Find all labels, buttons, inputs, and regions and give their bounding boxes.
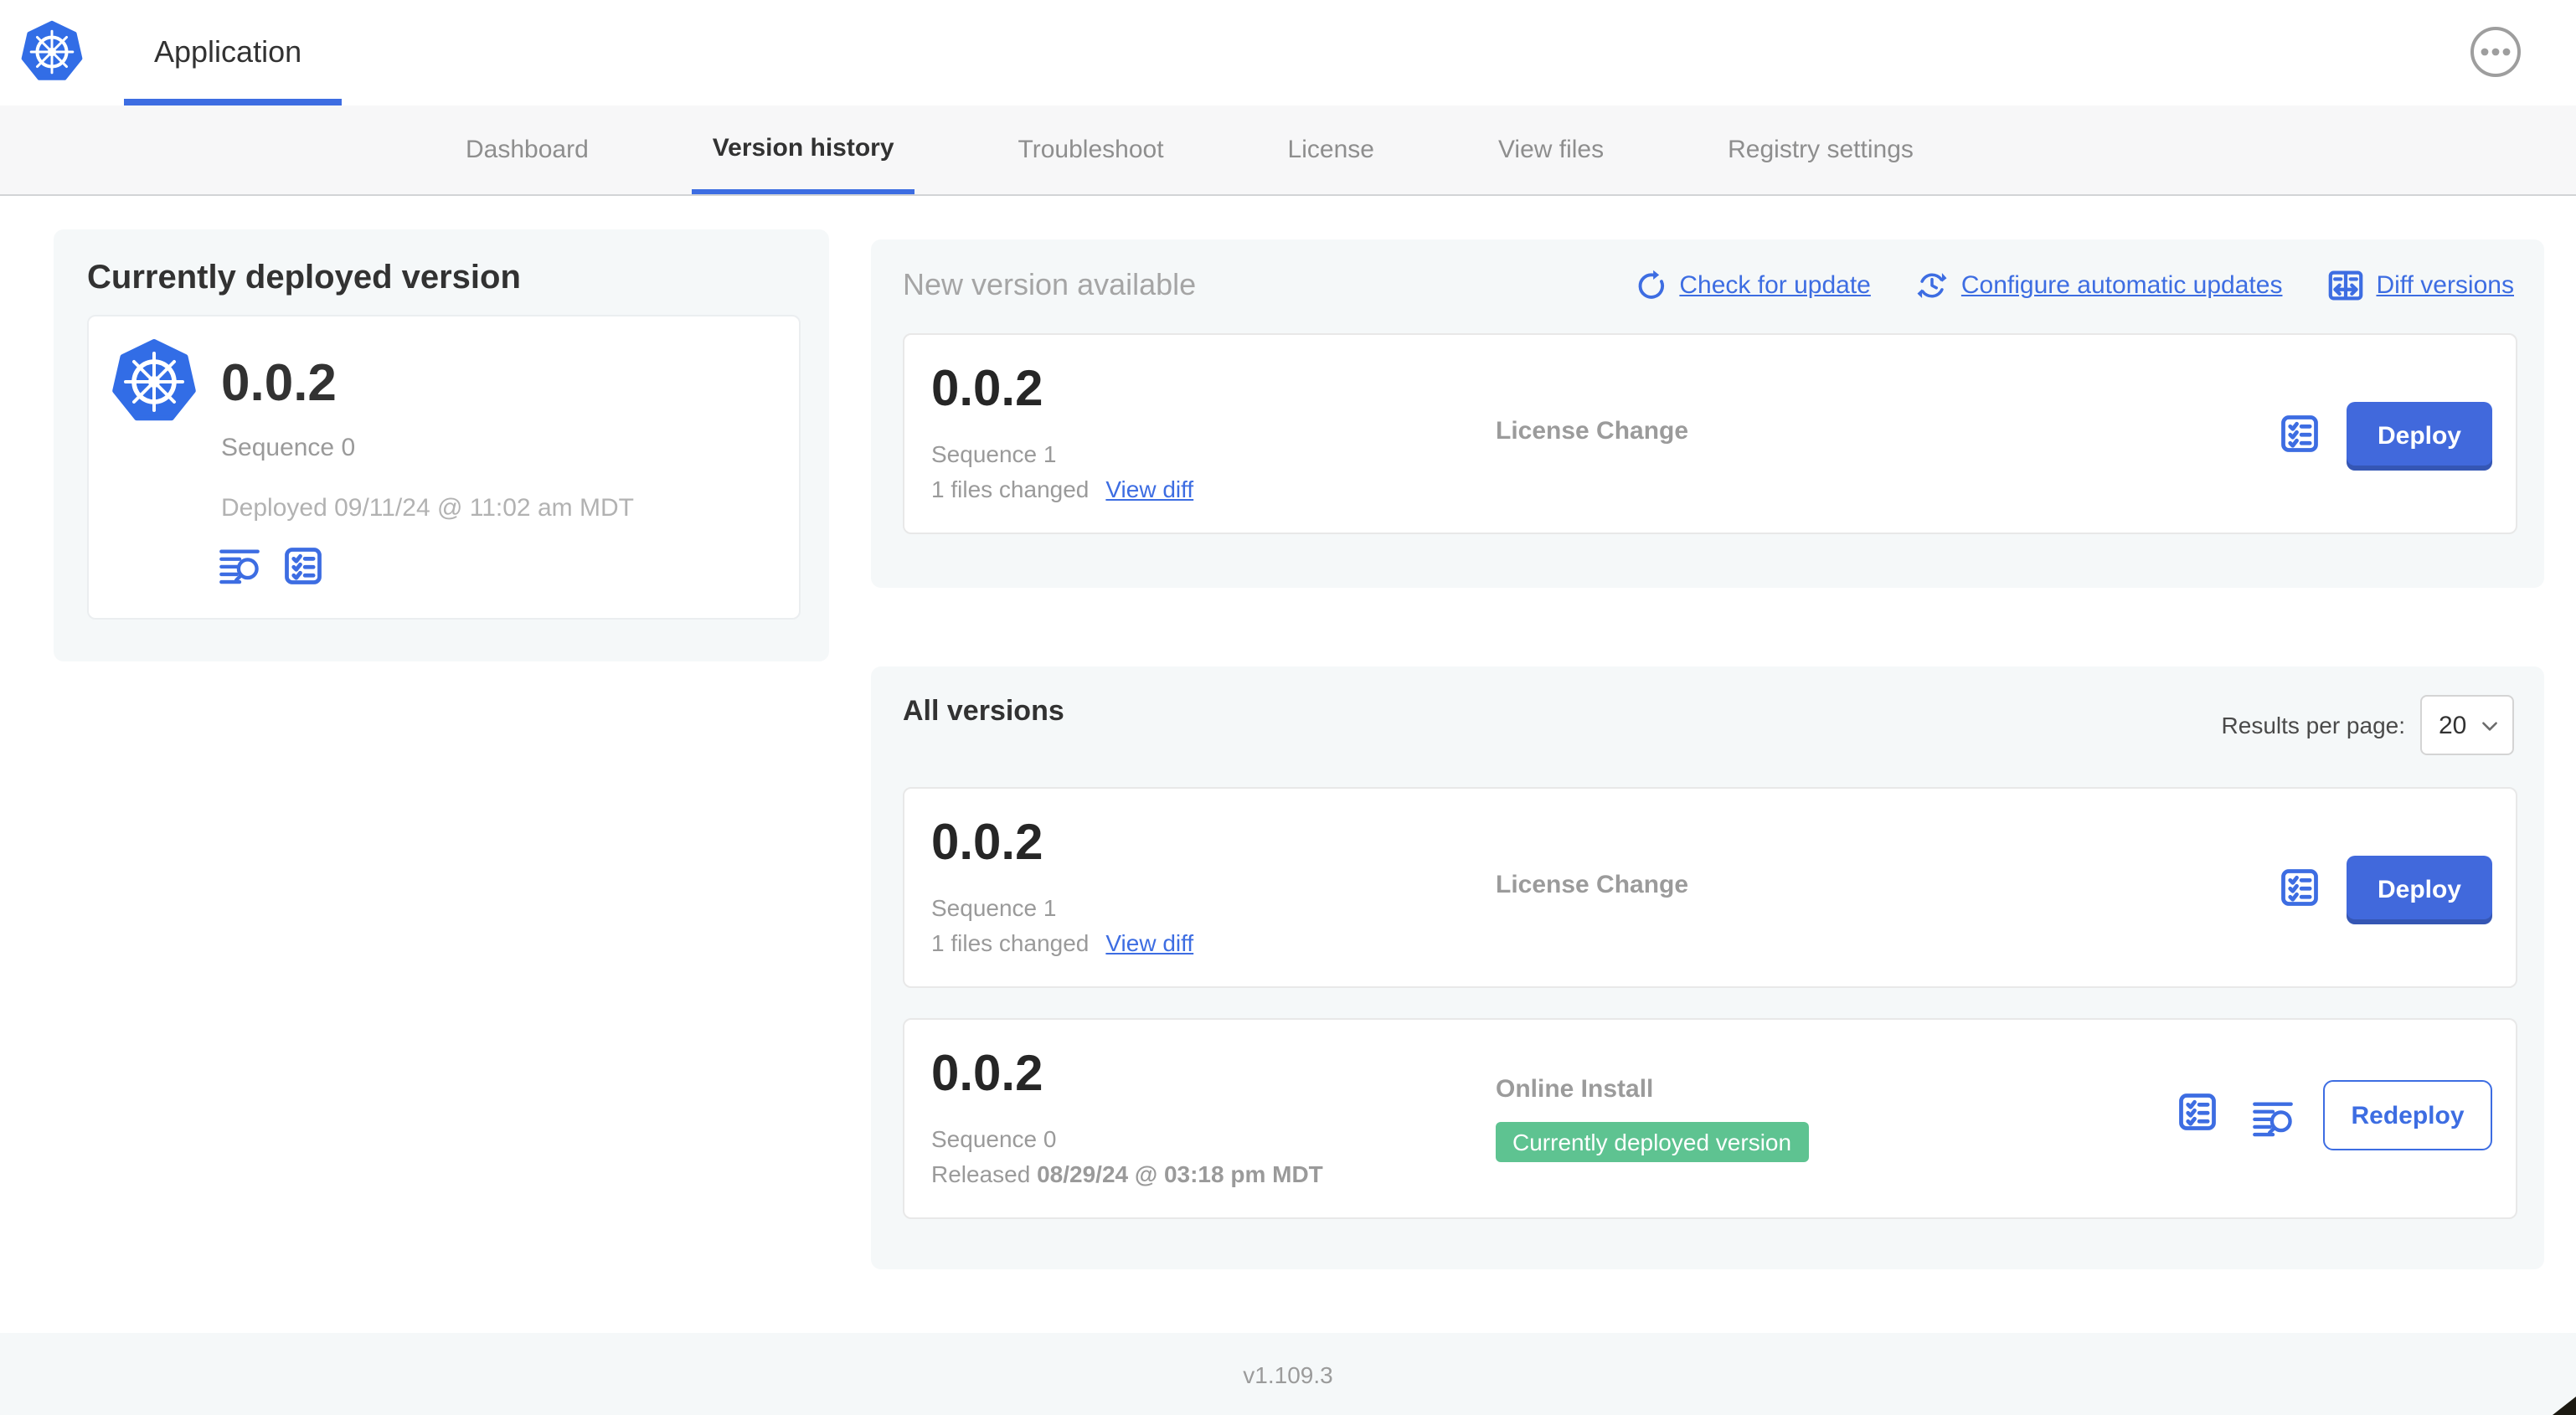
check-for-update-link[interactable]: Check for update: [1632, 268, 1871, 303]
deployed-version-card: 0.0.2 Sequence 0 Deployed 09/11/24 @ 11:…: [87, 315, 801, 620]
app-title-underline: [124, 99, 342, 105]
diff-versions-link[interactable]: Diff versions: [2326, 266, 2514, 305]
tab-registry-settings[interactable]: Registry settings: [1728, 105, 1914, 193]
checklist-icon[interactable]: [2176, 1090, 2219, 1134]
tab-dashboard[interactable]: Dashboard: [466, 105, 589, 193]
deploy-button[interactable]: Deploy: [2347, 402, 2492, 471]
logs-icon[interactable]: [218, 544, 261, 588]
new-version-card: 0.0.2 Sequence 1 1 files changed View di…: [903, 333, 2517, 534]
tab-version-history[interactable]: Version history: [692, 105, 914, 194]
deployed-card-actions: [218, 544, 325, 588]
tab-troubleshoot[interactable]: Troubleshoot: [1018, 105, 1164, 193]
currently-deployed-badge: Currently deployed version: [1496, 1122, 1809, 1162]
results-per-page: Results per page: 20: [2222, 695, 2514, 755]
new-version-title: New version available: [903, 268, 1197, 301]
version-row: 0.0.2 Sequence 0 Released 08/29/24 @ 03:…: [903, 1018, 2517, 1219]
new-version-actions: Check for update Configure automatic upd…: [1632, 266, 2514, 305]
app-header: Application: [0, 0, 2576, 107]
view-diff-link[interactable]: View diff: [1105, 476, 1193, 502]
all-versions-section: All versions Results per page: 20 0.0.2 …: [871, 666, 2544, 1269]
results-per-page-select[interactable]: 20: [2420, 695, 2514, 755]
files-changed: 1 files changed View diff: [931, 476, 1194, 502]
deployed-version-number: 0.0.2: [221, 353, 337, 412]
version-row: 0.0.2 Sequence 1 1 files changed View di…: [903, 787, 2517, 988]
app-footer: v1.109.3: [0, 1333, 2576, 1415]
new-version-section: New version available Check for update C…: [871, 239, 2544, 588]
nav-tabs: Dashboard Version history Troubleshoot L…: [466, 105, 1914, 194]
chevron-down-icon: [2479, 714, 2501, 736]
version-sequence: Sequence 1: [931, 440, 1057, 467]
console-version: v1.109.3: [1243, 1361, 1333, 1387]
checklist-icon[interactable]: [2278, 866, 2321, 909]
results-per-page-label: Results per page:: [2221, 712, 2405, 738]
diff-icon: [2326, 266, 2364, 305]
logs-icon[interactable]: [2251, 1097, 2295, 1140]
deployed-sequence: Sequence 0: [221, 434, 356, 462]
kubernetes-logo-icon: [20, 20, 84, 84]
tab-license[interactable]: License: [1288, 105, 1374, 193]
redeploy-button[interactable]: Redeploy: [2323, 1080, 2492, 1150]
currently-deployed-panel: Currently deployed version 0.0.2 Sequenc…: [54, 229, 829, 661]
deployed-panel-title: Currently deployed version: [87, 260, 521, 296]
checklist-icon[interactable]: [281, 544, 325, 588]
released-timestamp: Released 08/29/24 @ 03:18 pm MDT: [931, 1160, 1323, 1187]
version-number: 0.0.2: [931, 1047, 1043, 1102]
version-source: License Change: [1496, 871, 1689, 899]
app-root: Application Dashboard Version history Tr…: [0, 0, 2576, 1415]
deploy-button[interactable]: Deploy: [2347, 856, 2492, 924]
version-number: 0.0.2: [931, 816, 1043, 871]
kubernetes-logo-icon: [111, 338, 198, 425]
view-diff-link[interactable]: View diff: [1105, 929, 1193, 956]
tab-view-files[interactable]: View files: [1498, 105, 1604, 193]
configure-automatic-updates-link[interactable]: Configure automatic updates: [1914, 268, 2282, 303]
checklist-icon[interactable]: [2278, 412, 2321, 455]
version-source: Online Install: [1496, 1075, 1654, 1104]
version-number: 0.0.2: [931, 362, 1043, 417]
auto-update-clock-icon: [1914, 268, 1950, 303]
version-sequence: Sequence 1: [931, 894, 1057, 921]
deployed-timestamp: Deployed 09/11/24 @ 11:02 am MDT: [221, 494, 634, 522]
nav-bar: Dashboard Version history Troubleshoot L…: [0, 105, 2576, 196]
app-title: Application: [154, 35, 302, 69]
refresh-icon: [1632, 268, 1667, 303]
ellipsis-menu-icon[interactable]: [2469, 25, 2522, 79]
version-sequence: Sequence 0: [931, 1125, 1057, 1152]
files-changed: 1 files changed View diff: [931, 929, 1194, 956]
all-versions-title: All versions: [903, 695, 1064, 727]
version-source: License Change: [1496, 417, 1689, 445]
